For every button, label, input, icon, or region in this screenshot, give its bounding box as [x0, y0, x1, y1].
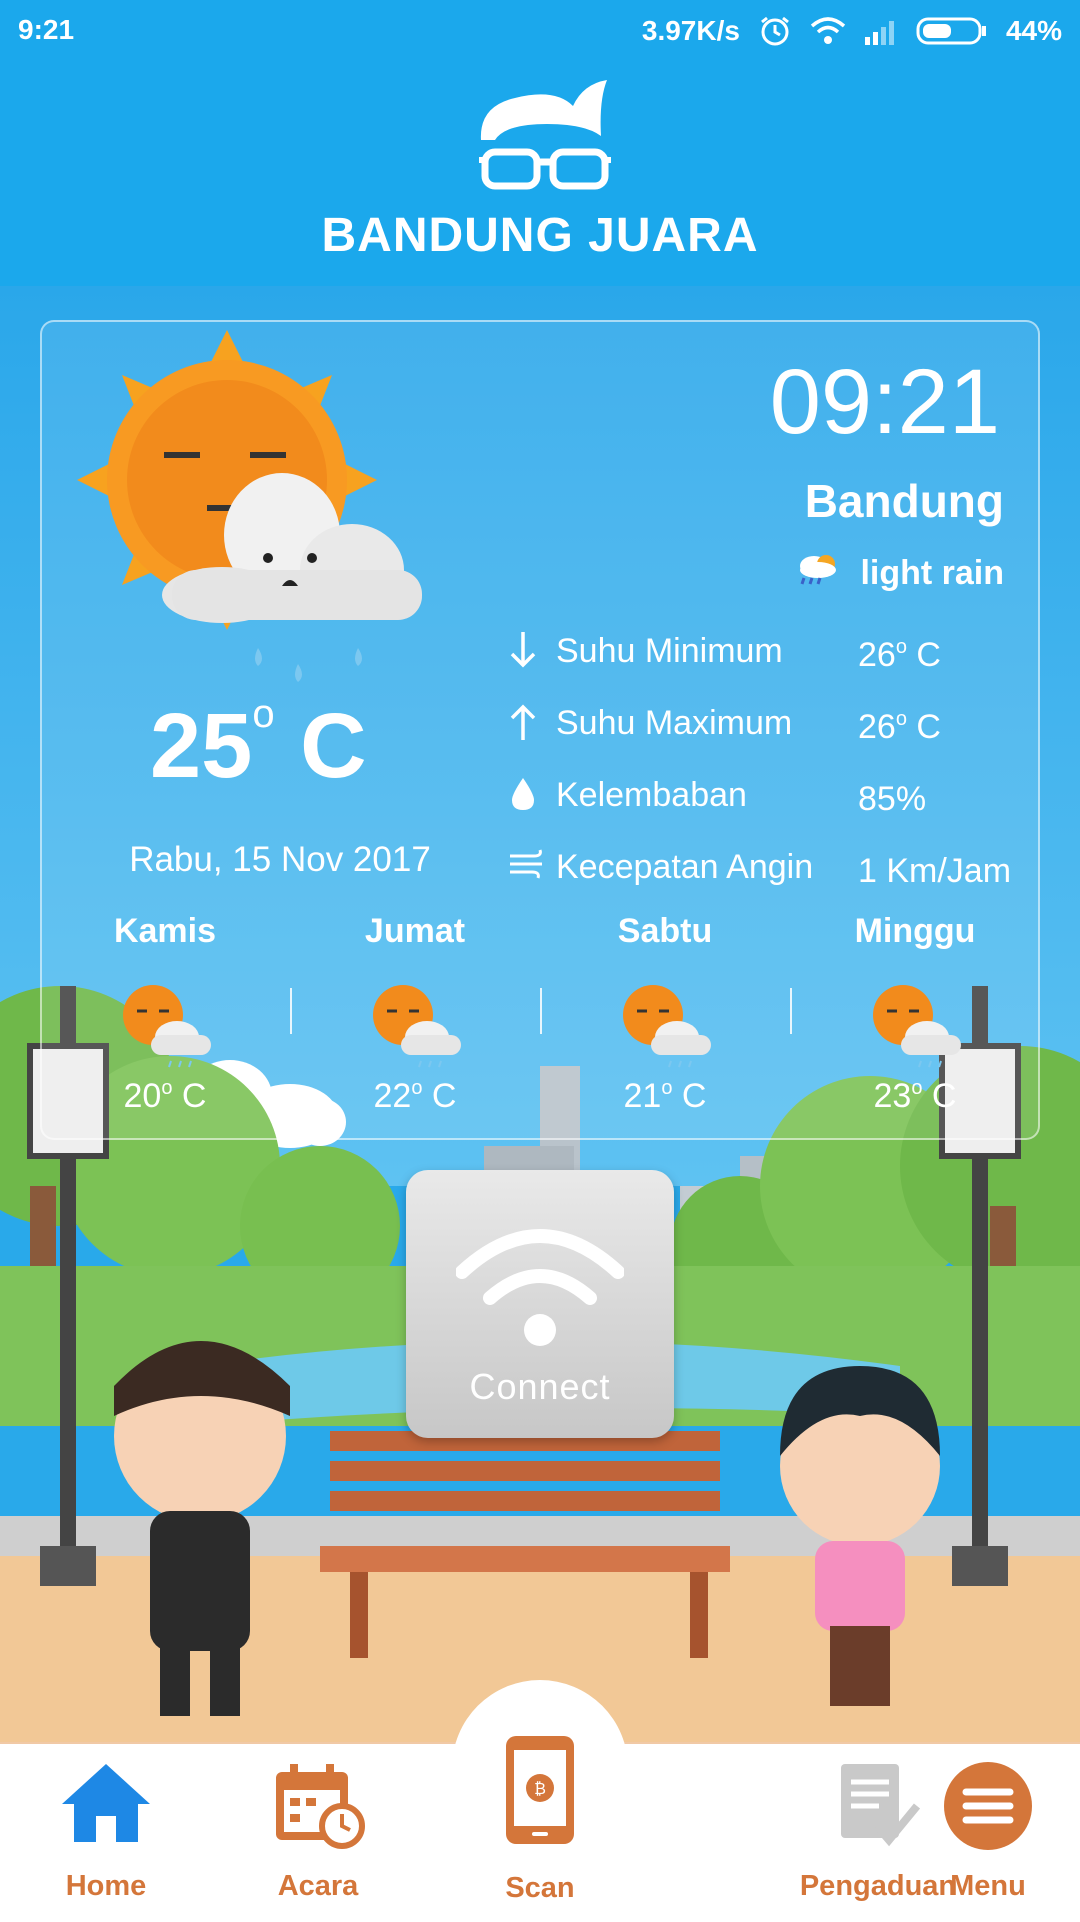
forecast-day: Sabtu 21o C — [540, 912, 790, 1116]
signal-icon — [864, 17, 898, 45]
current-date: Rabu, 15 Nov 2017 — [129, 840, 431, 879]
calendar-icon — [270, 1760, 366, 1855]
logo-icon — [475, 78, 615, 203]
water-drop-icon — [508, 774, 548, 823]
wifi-icon — [456, 1229, 624, 1346]
sun-cloud-rain-icon — [615, 979, 715, 1069]
forecast-day: Kamis 20o C — [113, 912, 217, 1115]
stat-min-temp: Suhu Minimum 26o C — [508, 628, 1028, 678]
svg-text:₿: ₿ — [534, 1779, 546, 1798]
home-icon — [58, 1760, 154, 1849]
app-header: BANDUNG JUARA — [0, 60, 1080, 286]
network-speed: 3.97K/s — [641, 15, 740, 46]
connect-label: Connect — [469, 1366, 611, 1407]
stat-wind-speed: Kecepatan Angin 1 Km/Jam — [508, 844, 1028, 894]
wifi-icon — [810, 16, 846, 46]
battery-icon — [916, 16, 988, 46]
current-temperature: 25o C — [150, 692, 367, 797]
arrow-up-icon — [508, 702, 548, 751]
sun-cloud-rain-icon — [865, 979, 965, 1069]
clock-time: 09:21 — [769, 351, 1000, 453]
condition-text: light rain — [860, 554, 1004, 592]
sun-cloud-rain-icon — [115, 979, 215, 1069]
city-name: Bandung — [804, 475, 1004, 527]
connect-button[interactable]: Connect — [406, 1170, 674, 1438]
forecast-day: Jumat 22o C — [364, 912, 466, 1115]
nav-menu[interactable]: Menu — [888, 1744, 1080, 1922]
rain-cloud-icon — [794, 552, 838, 595]
status-time: 9:21 — [18, 14, 75, 45]
app-title: BANDUNG JUARA — [321, 209, 759, 262]
sun-cloud-rain-icon — [365, 979, 465, 1069]
nav-acara[interactable]: Acara — [218, 1744, 418, 1922]
arrow-down-icon — [508, 630, 548, 679]
nav-scan[interactable]: ₿ Scan — [440, 1712, 640, 1920]
forecast-row: Kamis 20o C Jumat 22o C Sabtu 21o C Ming… — [40, 912, 1040, 1152]
forecast-day: Minggu 23o C — [854, 912, 976, 1115]
battery-percent: 44% — [1005, 15, 1062, 46]
nav-home[interactable]: Home — [6, 1744, 206, 1922]
alarm-icon — [758, 14, 792, 48]
wind-icon — [508, 846, 548, 891]
sun-cloud-rain-icon — [72, 330, 432, 695]
stat-humidity: Kelembaban 85% — [508, 772, 1028, 822]
stat-max-temp: Suhu Maximum 26o C — [508, 700, 1028, 750]
status-bar: 9:21 3.97K/s 44% — [0, 0, 1080, 60]
weather-condition: light rain — [794, 552, 1004, 595]
phone-scan-icon: ₿ — [502, 1734, 578, 1851]
menu-icon — [942, 1760, 1034, 1857]
